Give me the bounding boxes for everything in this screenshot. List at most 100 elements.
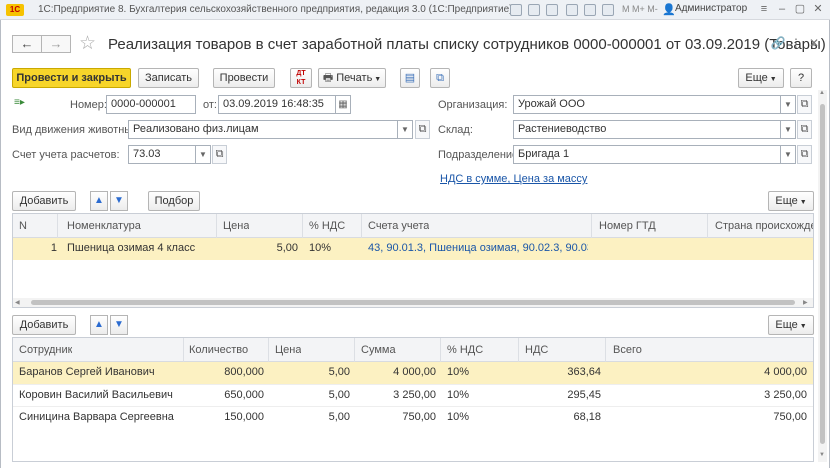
goods-table[interactable]: N Номенклатура Цена % НДС Счета учета Но… <box>12 213 814 308</box>
chevron-down-icon[interactable]: ▼ <box>196 145 211 164</box>
chevron-down-icon[interactable]: ▼ <box>781 120 796 139</box>
date-field[interactable]: 03.09.2019 16:48:35 <box>218 95 336 114</box>
column-header[interactable]: N <box>19 220 27 232</box>
calculator-icon[interactable] <box>602 4 614 16</box>
help-button[interactable]: ? <box>790 68 812 88</box>
column-header[interactable]: Номер ГТД <box>599 220 656 232</box>
employee-cell: Коровин Василий Васильевич <box>19 389 173 401</box>
print-icon[interactable] <box>566 4 578 16</box>
column-header[interactable]: Сотрудник <box>19 344 72 356</box>
move-up-icon[interactable]: ▲ <box>90 315 108 335</box>
favorite-star-icon[interactable]: ☆ <box>79 32 96 55</box>
post-button[interactable]: Провести <box>213 68 275 88</box>
calendar-icon[interactable] <box>584 4 596 16</box>
price-cell: 5,00 <box>328 389 350 401</box>
accounts-cell[interactable]: 43, 90.01.3, Пшеница озимая, 90.02.3, 90… <box>368 242 588 254</box>
goods-table-header: N Номенклатура Цена % НДС Счета учета Но… <box>13 214 813 238</box>
number-field[interactable]: 0000-000001 <box>106 95 196 114</box>
table-row[interactable]: Синицина Варвара Сергеевна 150,000 5,00 … <box>13 406 813 428</box>
open-icon[interactable]: ⧉ <box>797 145 812 164</box>
document-icon[interactable] <box>528 4 540 16</box>
move-down-icon[interactable]: ▼ <box>110 315 128 335</box>
structure-icon[interactable]: ⧉ <box>430 68 450 88</box>
minimize-icon[interactable]: – <box>776 3 788 15</box>
move-up-icon[interactable]: ▲ <box>90 191 108 211</box>
dropdown-arrow-icon: ▼ <box>797 199 807 206</box>
chevron-down-icon[interactable]: ▼ <box>781 145 796 164</box>
scrollbar-thumb[interactable] <box>820 104 825 444</box>
close-icon[interactable]: ✕ <box>806 35 822 51</box>
organization-field[interactable]: Урожай ООО <box>513 95 781 114</box>
account-field[interactable]: 73.03 <box>128 145 196 164</box>
close-window-icon[interactable]: ✕ <box>812 3 824 15</box>
division-field[interactable]: Бригада 1 <box>513 145 781 164</box>
movement-label: Вид движения животных: <box>12 124 141 136</box>
employees-table[interactable]: Сотрудник Количество Цена Сумма % НДС НД… <box>12 337 814 462</box>
scroll-right-icon[interactable]: ▶ <box>803 299 808 306</box>
print-button[interactable]: 🖶 Печать ▼ <box>318 68 386 88</box>
back-button[interactable]: ← <box>12 35 42 53</box>
employees-more-button[interactable]: Еще ▼ <box>768 315 814 335</box>
vat-settings-link[interactable]: НДС в сумме, Цена за массу <box>440 173 587 185</box>
forward-button[interactable]: → <box>41 35 71 53</box>
goods-select-button[interactable]: Подбор <box>148 191 200 211</box>
open-icon[interactable]: ⧉ <box>797 120 812 139</box>
column-header[interactable]: Количество <box>189 344 248 356</box>
user-name[interactable]: Администратор <box>675 3 747 14</box>
chevron-down-icon[interactable]: ▼ <box>781 95 796 114</box>
number-label: Номер: <box>70 99 107 111</box>
goods-more-button[interactable]: Еще ▼ <box>768 191 814 211</box>
column-header[interactable]: Всего <box>613 344 642 356</box>
vat-cell: 363,64 <box>567 366 601 378</box>
save-icon[interactable] <box>510 4 522 16</box>
movement-field[interactable]: Реализовано физ.лицам <box>128 120 398 139</box>
dropdown-arrow-icon: ▼ <box>372 76 382 83</box>
column-header[interactable]: % НДС <box>447 344 483 356</box>
sum-cell: 3 250,00 <box>393 389 436 401</box>
chevron-down-icon[interactable]: ▼ <box>398 120 413 139</box>
total-cell: 3 250,00 <box>764 389 807 401</box>
maximize-icon[interactable]: ▢ <box>794 3 806 15</box>
journal-entries-icon[interactable]: ДТ КТ <box>290 68 312 88</box>
vat-rate-cell: 10% <box>309 242 332 254</box>
column-header[interactable]: Цена <box>275 344 301 356</box>
frame-left <box>0 20 1 468</box>
form-vertical-scrollbar[interactable]: ▲ ▼ <box>818 90 827 462</box>
column-header[interactable]: % НДС <box>309 220 345 232</box>
link-icon[interactable]: 🔗 <box>770 35 786 51</box>
window-titlebar: 1С 1С:Предприятие 8. Бухгалтерия сельско… <box>0 0 830 20</box>
edit-icon: ≡▸ <box>14 97 25 108</box>
save-button[interactable]: Записать <box>138 68 199 88</box>
calendar-icon[interactable]: ▦ <box>336 95 351 114</box>
post-and-close-button[interactable]: Провести и закрыть <box>12 68 131 88</box>
more-vertical-icon[interactable]: ⋮ <box>788 35 804 51</box>
scroll-down-icon[interactable]: ▼ <box>819 452 825 458</box>
scroll-up-icon[interactable]: ▲ <box>819 90 825 96</box>
table-row[interactable]: Баранов Сергей Иванович 800,000 5,00 4 0… <box>13 362 813 384</box>
open-icon[interactable]: ⧉ <box>797 95 812 114</box>
table-row[interactable]: Коровин Василий Васильевич 650,000 5,00 … <box>13 384 813 406</box>
column-header[interactable]: Сумма <box>361 344 396 356</box>
menu-icon[interactable]: ≡ <box>758 3 770 15</box>
report-icon[interactable]: ▤ <box>400 68 420 88</box>
column-header[interactable]: НДС <box>525 344 548 356</box>
open-icon[interactable]: ⧉ <box>415 120 430 139</box>
warehouse-field[interactable]: Растениеводство <box>513 120 781 139</box>
column-header[interactable]: Номенклатура <box>67 220 141 232</box>
more-button[interactable]: Еще ▼ <box>738 68 784 88</box>
row-number: 1 <box>50 242 57 254</box>
column-header[interactable]: Цена <box>223 220 249 232</box>
copy-icon[interactable] <box>546 4 558 16</box>
scrollbar-thumb[interactable] <box>31 300 795 305</box>
open-icon[interactable]: ⧉ <box>212 145 227 164</box>
employees-add-button[interactable]: Добавить <box>12 315 76 335</box>
sum-cell: 750,00 <box>402 411 436 423</box>
column-header[interactable]: Счета учета <box>368 220 429 232</box>
column-header[interactable]: Страна происхождения <box>715 220 813 232</box>
move-down-icon[interactable]: ▼ <box>110 191 128 211</box>
table-row[interactable]: 1 Пшеница озимая 4 класс 5,00 10% 43, 90… <box>13 238 813 260</box>
horizontal-scrollbar[interactable]: ◀ ▶ <box>13 298 813 307</box>
goods-add-button[interactable]: Добавить <box>12 191 76 211</box>
employees-table-header: Сотрудник Количество Цена Сумма % НДС НД… <box>13 338 813 362</box>
scroll-left-icon[interactable]: ◀ <box>15 299 20 306</box>
